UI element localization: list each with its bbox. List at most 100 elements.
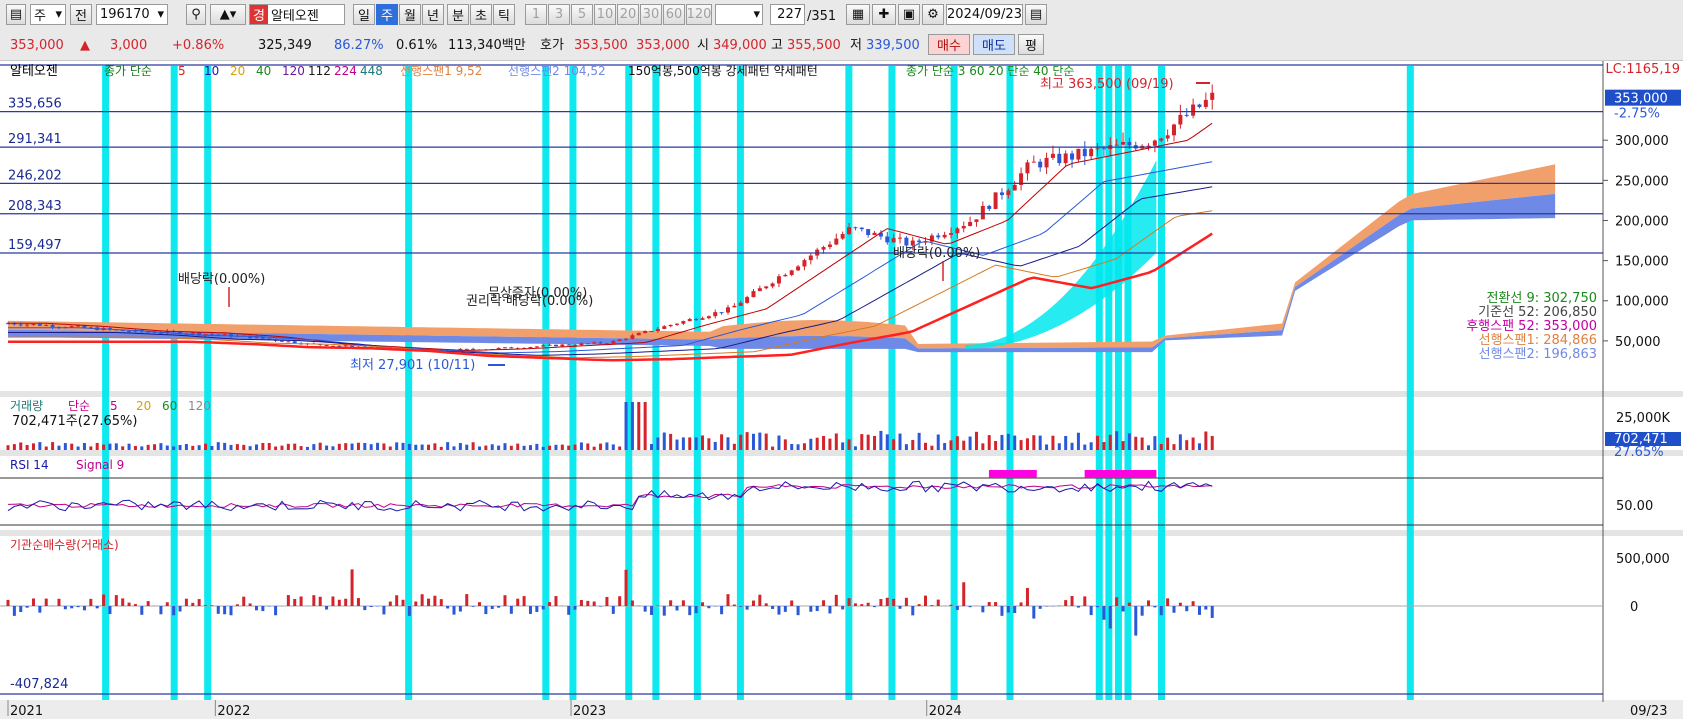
inst-bar — [420, 594, 424, 606]
candle-body — [681, 321, 686, 324]
candle-body — [936, 235, 941, 238]
menu-icon[interactable]: ▤ — [6, 4, 26, 25]
volume-bar — [465, 444, 469, 450]
minute-20[interactable]: 20 — [617, 4, 639, 25]
candle-body — [611, 340, 616, 344]
inst-bar — [662, 606, 666, 616]
candle-body — [1178, 114, 1183, 125]
period-week[interactable]: 주 — [376, 4, 398, 25]
volume-bar — [822, 436, 826, 450]
volume-bar — [127, 443, 131, 450]
stock-chart[interactable]: 335,656 291,341 246,202 208,343 159,497 알테오젠 종… — [0, 61, 1683, 719]
inst-bar — [484, 606, 488, 615]
ask-price: 353,500 — [574, 38, 628, 53]
volume-bar — [267, 443, 271, 450]
candle-body — [471, 348, 476, 350]
period-minute[interactable]: 분 — [447, 4, 469, 25]
low-price: 339,500 — [866, 38, 920, 53]
bid-price: 353,000 — [636, 38, 690, 53]
candle-body — [528, 347, 533, 349]
candle-body — [859, 227, 864, 230]
inst-bar — [471, 606, 475, 607]
volume-bar — [95, 442, 99, 450]
inst-bar — [930, 605, 934, 606]
legend-ichimoku-b: 선행스팬2 104,52 — [508, 63, 606, 78]
candle-body — [1012, 184, 1017, 191]
inst-bar — [477, 602, 481, 606]
volume-bar — [159, 443, 163, 450]
buy-button[interactable]: 매수 — [928, 34, 970, 55]
minute-10[interactable]: 10 — [594, 4, 616, 25]
volume-bar — [38, 442, 42, 450]
volume-bar — [248, 446, 252, 450]
save-icon[interactable]: ▣ — [898, 4, 920, 25]
minute-60[interactable]: 60 — [663, 4, 685, 25]
highlight-band — [736, 66, 744, 700]
gear-icon[interactable]: ⚙ — [922, 4, 944, 25]
code-value: 196170 — [100, 7, 150, 22]
inst-bar — [57, 598, 61, 606]
rights-note: 권리락·배당락(0.00%) — [466, 294, 593, 309]
inst-bar — [70, 606, 74, 609]
search-icon[interactable]: ⚲ — [186, 4, 206, 25]
volume-bar — [548, 445, 552, 450]
speaker-icon[interactable]: ▲▾ — [210, 4, 246, 25]
sell-button[interactable]: 매도 — [973, 34, 1015, 55]
candle-body — [1057, 153, 1062, 164]
inst-bar — [1185, 606, 1189, 612]
date-input[interactable]: 2024/09/23 — [946, 4, 1023, 25]
count-input[interactable]: 227 — [770, 4, 805, 25]
volume-bar — [796, 444, 800, 450]
inst-bar — [114, 595, 118, 606]
inst-bar — [911, 606, 915, 616]
crosshair-icon[interactable]: ✚ — [872, 4, 896, 25]
code-input[interactable]: 196170 ▾ — [96, 4, 168, 25]
inst-bar — [197, 599, 201, 606]
volume-y-tick: 25,000K — [1616, 411, 1670, 426]
x-axis-label: 2024 — [929, 704, 962, 719]
custom-period-select[interactable]: ▾ — [715, 4, 763, 25]
candle-body — [25, 324, 30, 326]
volume-bar — [274, 446, 278, 450]
minute-30[interactable]: 30 — [640, 4, 662, 25]
inst-bar — [745, 606, 749, 610]
rsi-signal-legend: Signal 9 — [76, 458, 124, 472]
eval-button[interactable]: 평 — [1018, 34, 1044, 55]
candle-body — [961, 225, 966, 229]
highlight-band — [1095, 66, 1103, 700]
volume-bar — [414, 444, 418, 450]
volume-bar — [254, 444, 258, 450]
volume-bar — [1076, 432, 1080, 450]
period-month[interactable]: 월 — [399, 4, 421, 25]
period-second[interactable]: 초 — [470, 4, 492, 25]
inst-bar — [994, 602, 998, 606]
inst-bar — [1166, 598, 1170, 606]
level-label: 291,341 — [8, 132, 62, 147]
candle-body — [917, 240, 922, 243]
inst-bar — [968, 606, 972, 608]
volume-bar — [732, 443, 736, 450]
x-axis-label: 2023 — [573, 704, 606, 719]
rsi-overbought-area — [988, 470, 1037, 478]
price-y-tick: 100,000 — [1615, 295, 1669, 310]
minute-1[interactable]: 1 — [525, 4, 547, 25]
calendar-icon[interactable]: ▤ — [1025, 4, 1047, 25]
inst-bar — [172, 606, 176, 616]
stock-name-box[interactable]: 경 알테오젠 — [249, 4, 345, 25]
period-day[interactable]: 일 — [353, 4, 375, 25]
minute-5[interactable]: 5 — [571, 4, 593, 25]
legend-ma: 종가 단순 — [104, 64, 152, 78]
minute-3[interactable]: 3 — [548, 4, 570, 25]
period-year[interactable]: 년 — [422, 4, 444, 25]
period-tick[interactable]: 틱 — [493, 4, 515, 25]
minute-120[interactable]: 120 — [686, 4, 712, 25]
candle-body — [547, 344, 552, 346]
volume-bar — [102, 444, 106, 450]
market-select[interactable]: 주 ▾ — [30, 4, 66, 25]
prev-button[interactable]: 전 — [70, 4, 92, 25]
toolbar: ▤ 주 ▾ 전 196170 ▾ ⚲ ▲▾ 경 알테오젠 일 주 월 년 분 초 틱 … — [0, 0, 1683, 30]
volume-bar — [1032, 435, 1036, 450]
candle-body — [509, 347, 514, 349]
legend-ma-period: 448 — [360, 64, 383, 78]
grid-icon[interactable]: ▦ — [846, 4, 870, 25]
